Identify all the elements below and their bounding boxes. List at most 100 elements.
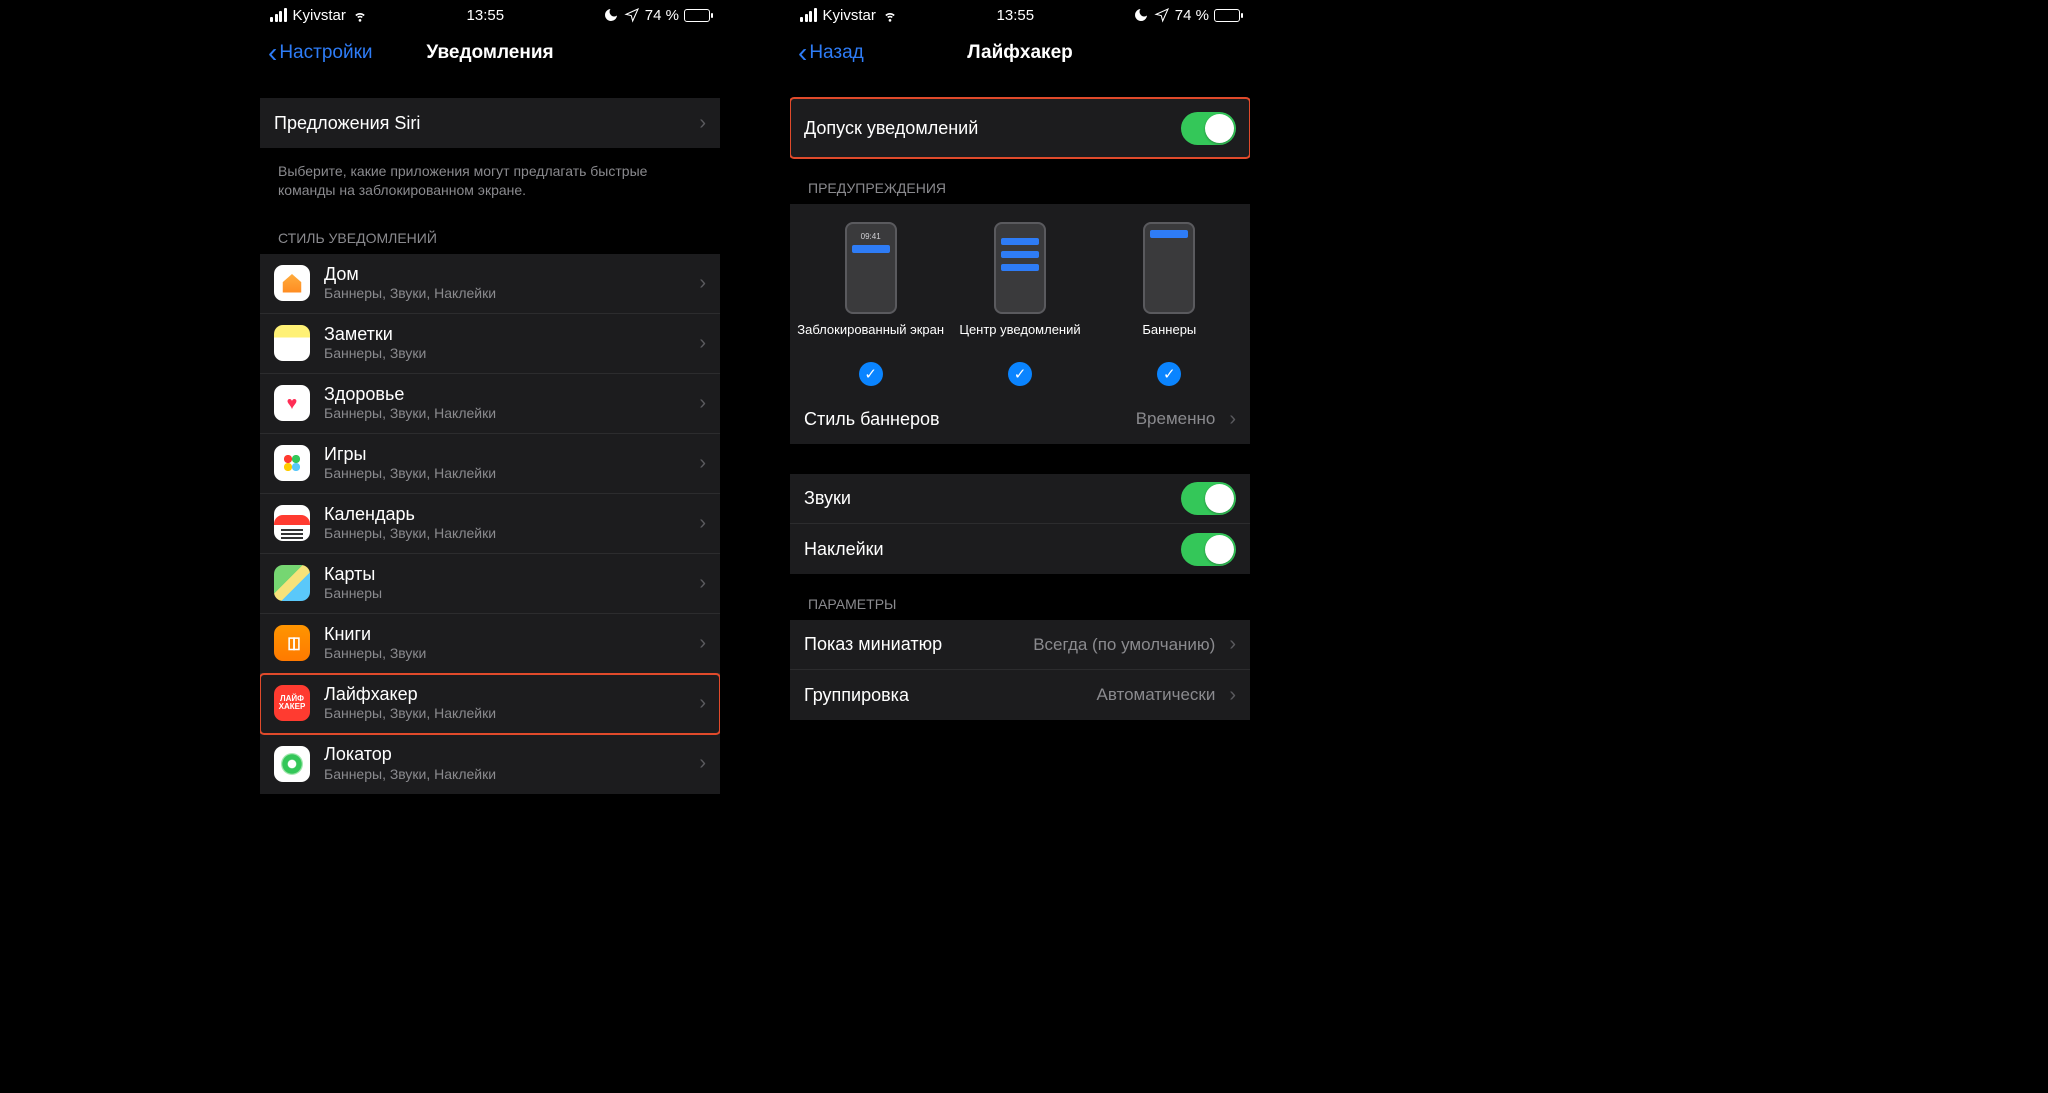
app-row-games[interactable]: Игры Баннеры, Звуки, Наклейки ›: [260, 434, 720, 494]
status-bar: Kyivstar 13:55 74 %: [260, 0, 720, 28]
style-section-header: СТИЛЬ УВЕДОМЛЕНИЙ: [260, 208, 720, 254]
app-icon-lifehacker: ЛАЙФ ХАКЕР: [274, 685, 310, 721]
alert-banners-option[interactable]: Баннеры ✓: [1095, 222, 1243, 386]
app-subtitle: Баннеры: [324, 586, 382, 601]
center-preview-icon: [994, 222, 1046, 314]
chevron-right-icon: ›: [691, 572, 706, 595]
banner-style-row[interactable]: Стиль баннеров Временно ›: [790, 394, 1250, 444]
siri-label: Предложения Siri: [274, 113, 420, 134]
back-label: Назад: [809, 42, 863, 64]
app-icon-games: [274, 445, 310, 481]
app-title: Дом: [324, 265, 496, 285]
alert-notification-center-option[interactable]: Центр уведомлений ✓: [946, 222, 1094, 386]
dnd-moon-icon: [1133, 7, 1149, 23]
app-subtitle: Баннеры, Звуки, Наклейки: [324, 406, 496, 421]
apps-list: Дом Баннеры, Звуки, Наклейки › Заметки Б…: [260, 254, 720, 794]
app-row-calendar[interactable]: Календарь Баннеры, Звуки, Наклейки ›: [260, 494, 720, 554]
app-subtitle: Баннеры, Звуки, Наклейки: [324, 286, 496, 301]
carrier-label: Kyivstar: [293, 7, 346, 24]
app-row-findmy[interactable]: Локатор Баннеры, Звуки, Наклейки ›: [260, 734, 720, 794]
alert-banner-label: Баннеры: [1142, 322, 1196, 354]
badges-label: Наклейки: [804, 539, 884, 560]
app-row-notes[interactable]: Заметки Баннеры, Звуки ›: [260, 314, 720, 374]
carrier-label: Kyivstar: [823, 7, 876, 24]
chevron-left-icon: ‹: [798, 39, 807, 67]
chevron-right-icon: ›: [691, 392, 706, 415]
app-row-health[interactable]: Здоровье Баннеры, Звуки, Наклейки ›: [260, 374, 720, 434]
phone-screen-notifications-list: Kyivstar 13:55 74 % ‹ Настройки Уведомле…: [260, 0, 720, 810]
allow-notifications-row[interactable]: Допуск уведомлений: [790, 98, 1250, 158]
chevron-right-icon: ›: [691, 692, 706, 715]
chevron-right-icon: ›: [691, 332, 706, 355]
banner-preview-icon: [1143, 222, 1195, 314]
battery-pct: 74 %: [1175, 7, 1209, 24]
sounds-label: Звуки: [804, 488, 851, 509]
previews-label: Показ миниатюр: [804, 634, 942, 655]
app-icon-calendar: [274, 505, 310, 541]
allow-label: Допуск уведомлений: [804, 118, 978, 139]
chevron-right-icon: ›: [1221, 408, 1236, 431]
app-icon-health: [274, 385, 310, 421]
alert-style-row: 09:41 Заблокированный экран ✓ Центр увед…: [790, 204, 1250, 394]
badges-toggle[interactable]: [1181, 533, 1236, 566]
app-title: Заметки: [324, 325, 426, 345]
app-subtitle: Баннеры, Звуки, Наклейки: [324, 466, 496, 481]
sounds-row[interactable]: Звуки: [790, 474, 1250, 524]
sounds-toggle[interactable]: [1181, 482, 1236, 515]
previews-value: Всегда (по умолчанию): [1033, 635, 1215, 655]
previews-row[interactable]: Показ миниатюр Всегда (по умолчанию) ›: [790, 620, 1250, 670]
app-title: Игры: [324, 445, 496, 465]
alert-center-label: Центр уведомлений: [959, 322, 1080, 354]
battery-icon: [1214, 9, 1240, 22]
app-row-home[interactable]: Дом Баннеры, Звуки, Наклейки ›: [260, 254, 720, 314]
app-subtitle: Баннеры, Звуки: [324, 646, 426, 661]
location-icon: [624, 7, 640, 23]
back-button[interactable]: ‹ Назад: [798, 39, 864, 67]
banner-style-value: Временно: [1136, 409, 1216, 429]
chevron-right-icon: ›: [691, 632, 706, 655]
grouping-value: Автоматически: [1096, 685, 1215, 705]
app-title: Здоровье: [324, 385, 496, 405]
chevron-right-icon: ›: [1221, 633, 1236, 656]
banner-style-label: Стиль баннеров: [804, 409, 940, 430]
preview-time: 09:41: [861, 232, 881, 241]
app-subtitle: Баннеры, Звуки: [324, 346, 426, 361]
app-icon-books: [274, 625, 310, 661]
battery-icon: [684, 9, 710, 22]
check-icon: ✓: [1157, 362, 1181, 386]
siri-suggestions-row[interactable]: Предложения Siri ›: [260, 98, 720, 148]
wifi-icon: [352, 7, 368, 23]
alert-lock-label: Заблокированный экран: [797, 322, 944, 354]
grouping-row[interactable]: Группировка Автоматически ›: [790, 670, 1250, 720]
chevron-right-icon: ›: [691, 452, 706, 475]
app-icon-maps: [274, 565, 310, 601]
dnd-moon-icon: [603, 7, 619, 23]
chevron-right-icon: ›: [691, 512, 706, 535]
alert-lockscreen-option[interactable]: 09:41 Заблокированный экран ✓: [797, 222, 945, 386]
siri-description: Выберите, какие приложения могут предлаг…: [260, 148, 720, 208]
app-row-books[interactable]: Книги Баннеры, Звуки ›: [260, 614, 720, 674]
app-row-maps[interactable]: Карты Баннеры ›: [260, 554, 720, 614]
nav-bar: ‹ Настройки Уведомления: [260, 28, 720, 78]
badges-row[interactable]: Наклейки: [790, 524, 1250, 574]
allow-toggle[interactable]: [1181, 112, 1236, 145]
app-subtitle: Баннеры, Звуки, Наклейки: [324, 526, 496, 541]
params-section-header: ПАРАМЕТРЫ: [790, 574, 1250, 620]
status-bar: Kyivstar 13:55 74 %: [790, 0, 1250, 28]
app-subtitle: Баннеры, Звуки, Наклейки: [324, 767, 496, 782]
app-row-lifehacker[interactable]: ЛАЙФ ХАКЕР Лайфхакер Баннеры, Звуки, Нак…: [260, 674, 720, 734]
app-title: Лайфхакер: [324, 685, 496, 705]
lockscreen-preview-icon: 09:41: [845, 222, 897, 314]
location-icon: [1154, 7, 1170, 23]
app-icon-home: [274, 265, 310, 301]
status-time: 13:55: [997, 7, 1035, 24]
check-icon: ✓: [1008, 362, 1032, 386]
check-icon: ✓: [859, 362, 883, 386]
back-button[interactable]: ‹ Настройки: [268, 39, 373, 67]
chevron-right-icon: ›: [691, 272, 706, 295]
chevron-right-icon: ›: [691, 112, 706, 135]
phone-screen-app-notification-settings: Kyivstar 13:55 74 % ‹ Назад Лайфхакер До…: [790, 0, 1250, 810]
app-subtitle: Баннеры, Звуки, Наклейки: [324, 706, 496, 721]
chevron-left-icon: ‹: [268, 39, 277, 67]
status-time: 13:55: [467, 7, 505, 24]
